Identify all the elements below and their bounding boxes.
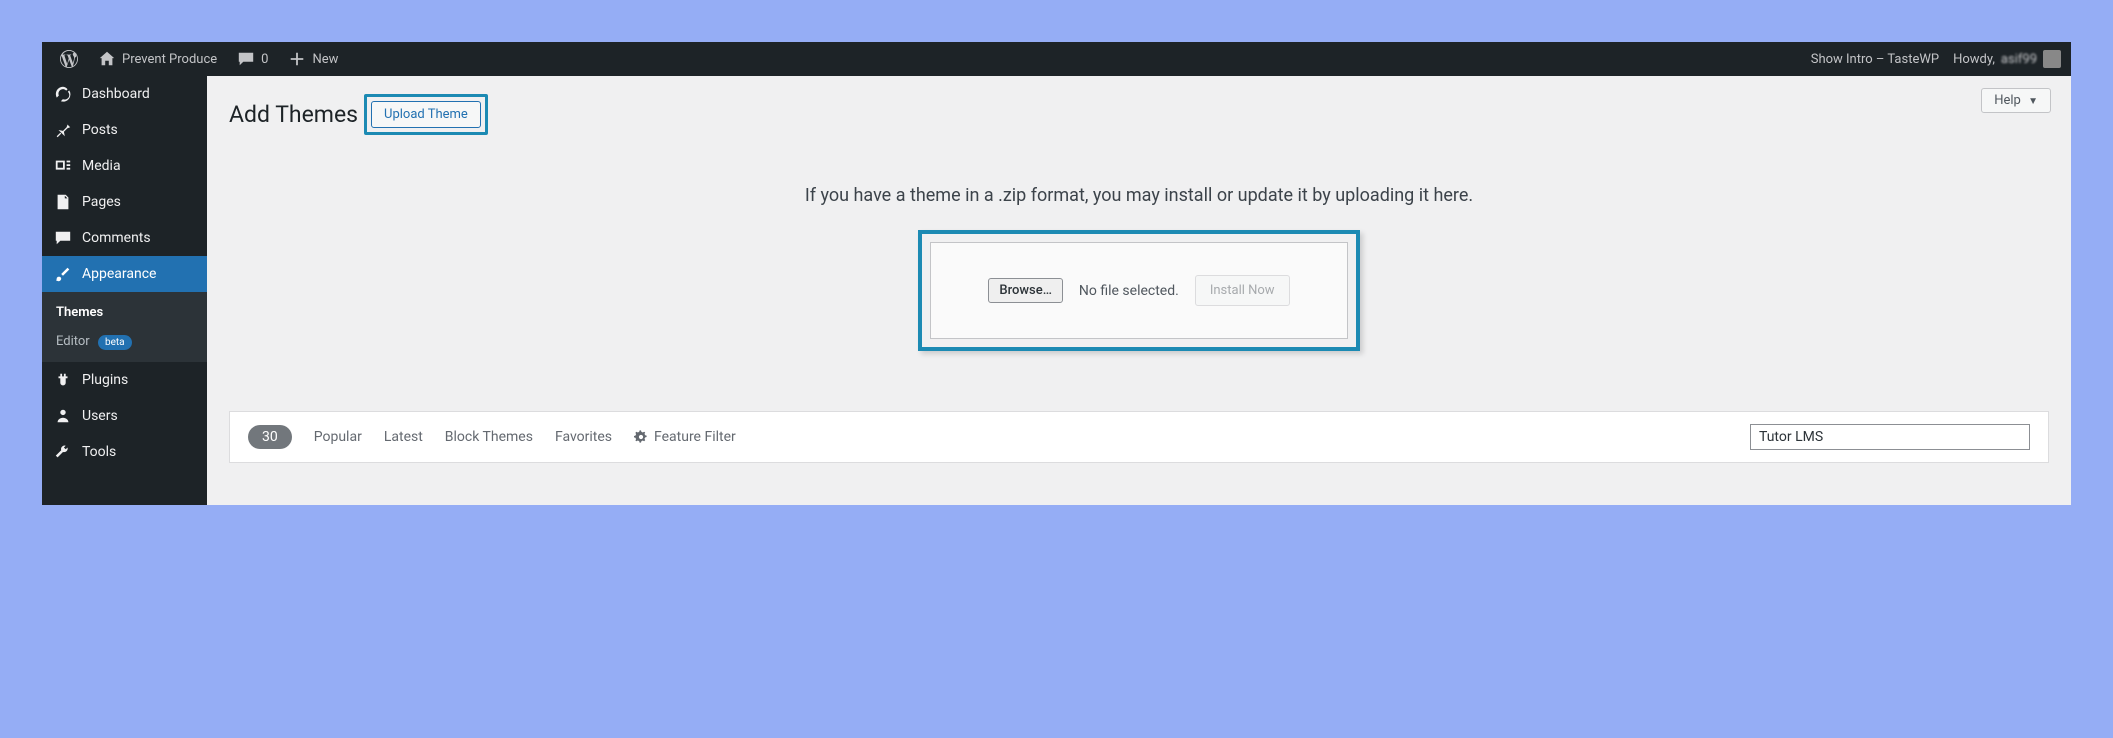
media-icon [54,157,72,175]
upload-box-highlight: Browse… No file selected. Install Now [918,230,1360,351]
upload-hint: If you have a theme in a .zip format, yo… [207,185,2071,206]
sidebar-item-comments[interactable]: Comments [42,220,207,256]
sidebar-item-users[interactable]: Users [42,398,207,434]
sidebar-item-label: Media [82,158,121,174]
admin-sidebar: Dashboard Posts Media Pages Comments App… [42,76,207,505]
wrench-icon [54,443,72,461]
submenu-themes[interactable]: Themes [42,298,207,327]
plus-icon [288,50,306,68]
gear-icon [634,430,648,444]
new-content-link[interactable]: New [280,42,346,76]
theme-count-badge: 30 [248,425,292,449]
help-tab[interactable]: Help ▼ [1981,88,2051,113]
sidebar-item-label: Plugins [82,372,128,388]
howdy-text: Howdy, [1953,52,1995,67]
pin-icon [54,121,72,139]
beta-badge: beta [98,335,132,350]
comments-count: 0 [261,52,268,67]
sidebar-item-label: Pages [82,194,121,210]
submenu-editor[interactable]: Editor beta [42,327,207,356]
page-title: Add Themes [229,101,358,128]
site-home-link[interactable]: Prevent Produce [90,42,225,76]
wordpress-icon [60,50,78,68]
home-icon [98,50,116,68]
comments-link[interactable]: 0 [229,42,276,76]
user-icon [54,407,72,425]
filter-bar: 30 Popular Latest Block Themes Favorites… [229,411,2049,463]
sidebar-item-posts[interactable]: Posts [42,112,207,148]
upload-box: Browse… No file selected. Install Now [930,242,1348,339]
theme-search-input[interactable] [1750,424,2030,450]
appearance-submenu: Themes Editor beta [42,292,207,362]
account-link[interactable]: Howdy, asif99 [1953,42,2061,76]
sidebar-item-media[interactable]: Media [42,148,207,184]
site-name: Prevent Produce [122,52,217,67]
sidebar-item-plugins[interactable]: Plugins [42,362,207,398]
new-label: New [312,52,338,67]
help-label: Help [1994,93,2021,108]
browse-button[interactable]: Browse… [988,278,1063,303]
dashboard-icon [54,85,72,103]
sidebar-item-label: Appearance [82,266,156,282]
sidebar-item-label: Posts [82,122,118,138]
filter-tab-popular[interactable]: Popular [314,429,362,445]
sidebar-item-pages[interactable]: Pages [42,184,207,220]
feature-filter-link[interactable]: Feature Filter [634,429,736,445]
file-status: No file selected. [1079,283,1179,299]
submenu-editor-label: Editor [56,334,90,349]
wp-logo[interactable] [52,42,86,76]
sidebar-item-label: Tools [82,444,116,460]
sidebar-item-label: Users [82,408,118,424]
show-intro-link[interactable]: Show Intro – TasteWP [1811,52,1939,67]
plugin-icon [54,371,72,389]
sidebar-item-tools[interactable]: Tools [42,434,207,470]
sidebar-item-appearance[interactable]: Appearance [42,256,207,292]
upload-theme-button[interactable]: Upload Theme [371,101,481,128]
filter-tab-latest[interactable]: Latest [384,429,423,445]
sidebar-item-label: Dashboard [82,86,150,102]
brush-icon [54,265,72,283]
chevron-down-icon: ▼ [2028,96,2038,107]
filter-tab-favorites[interactable]: Favorites [555,429,612,445]
avatar [2043,50,2061,68]
filter-tab-block-themes[interactable]: Block Themes [445,429,533,445]
comment-icon [237,50,255,68]
sidebar-item-dashboard[interactable]: Dashboard [42,76,207,112]
username: asif99 [2001,52,2037,67]
feature-filter-label: Feature Filter [654,429,736,445]
upload-theme-highlight: Upload Theme [364,94,488,135]
install-now-button[interactable]: Install Now [1195,275,1290,306]
page-icon [54,193,72,211]
comment-icon [54,229,72,247]
sidebar-item-label: Comments [82,230,151,246]
